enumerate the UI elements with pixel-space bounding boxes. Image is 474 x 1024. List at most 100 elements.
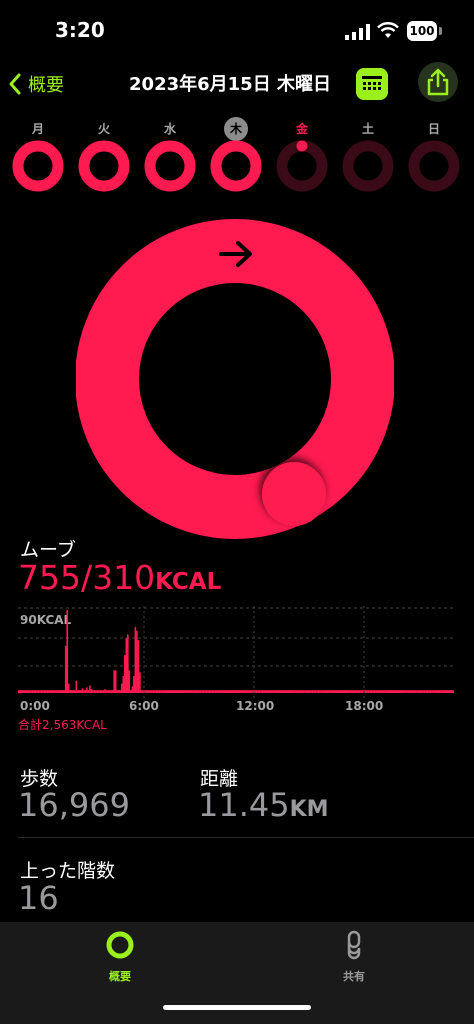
- chart-bar: [399, 690, 402, 693]
- chart-bar: [43, 690, 46, 693]
- chart-x-tick: 18:00: [345, 699, 383, 713]
- weekday-label: 火: [97, 122, 110, 136]
- chart-bar: [382, 690, 385, 693]
- chart-bar: [95, 690, 97, 693]
- day-ring-sat[interactable]: [342, 140, 394, 192]
- chart-bar: [96, 690, 99, 693]
- chart-bar: [351, 690, 353, 693]
- chart-bar: [61, 690, 64, 693]
- chart-bar: [67, 683, 70, 693]
- chart-bar: [176, 690, 179, 693]
- tab-sharing[interactable]: 共有: [314, 930, 394, 990]
- chart-x-tick: 6:00: [129, 699, 159, 713]
- chart-bar: [107, 690, 109, 693]
- chart-bar: [391, 690, 394, 693]
- share-button[interactable]: [418, 62, 458, 102]
- chart-bar: [92, 690, 94, 693]
- chart-bar: [251, 690, 253, 693]
- chart-bar: [313, 690, 315, 693]
- chart-bar: [214, 690, 217, 693]
- sharing-icon: [347, 930, 361, 960]
- tab-summary[interactable]: 概要: [80, 930, 160, 990]
- chart-bar: [432, 690, 435, 693]
- chart-bar: [296, 690, 299, 693]
- chart-bar: [18, 690, 20, 693]
- chart-bar: [228, 690, 231, 693]
- chart-bar: [87, 690, 90, 693]
- chart-bar: [246, 690, 249, 693]
- chart-bar: [127, 634, 129, 693]
- chart-bar: [166, 690, 168, 693]
- chart-bar: [264, 690, 267, 693]
- chart-bar: [213, 690, 215, 693]
- day-ring-wed[interactable]: [144, 140, 196, 192]
- battery-level: 100: [407, 21, 437, 41]
- chart-bar: [331, 690, 333, 693]
- chart-bar: [102, 690, 105, 693]
- chart-bar: [154, 690, 156, 693]
- chart-bar: [278, 690, 280, 693]
- chart-bar: [243, 690, 246, 693]
- chart-bar: [193, 690, 196, 693]
- chart-bar: [381, 690, 383, 693]
- chart-bar: [19, 690, 22, 693]
- chart-bar: [105, 690, 108, 693]
- chart-bar: [78, 690, 81, 693]
- chart-bar: [305, 690, 308, 693]
- chart-bar: [164, 690, 167, 693]
- wifi-icon: [377, 22, 399, 38]
- chart-bar: [37, 690, 40, 693]
- chart-bar: [31, 690, 34, 693]
- chart-bar: [375, 690, 377, 693]
- chart-bar: [229, 690, 232, 693]
- chart-bar: [190, 690, 193, 693]
- chart-bar: [260, 690, 262, 693]
- chart-bar: [266, 690, 268, 693]
- chart-bar: [108, 690, 111, 693]
- chart-bar: [429, 690, 432, 693]
- chart-bar: [240, 690, 243, 693]
- chart-bar: [322, 690, 324, 693]
- chart-bar: [131, 686, 134, 693]
- calendar-button[interactable]: [356, 68, 388, 100]
- chart-bar: [198, 690, 200, 693]
- chart-bar: [72, 690, 75, 693]
- chart-bar: [437, 690, 439, 693]
- chart-bar: [134, 626, 137, 693]
- chart-bar: [216, 690, 218, 693]
- chart-bar: [378, 690, 380, 693]
- chart-bar: [158, 690, 161, 693]
- chart-x-tick: 12:00: [236, 699, 274, 713]
- chart-bar: [74, 690, 76, 693]
- day-ring-fri[interactable]: [276, 140, 328, 192]
- chart-bar: [34, 690, 37, 693]
- chart-bar: [438, 690, 441, 693]
- chart-bar: [295, 690, 297, 693]
- chart-bar: [317, 690, 320, 693]
- chart-bar: [269, 690, 271, 693]
- chart-bar: [316, 690, 318, 693]
- chart-bar: [149, 690, 152, 693]
- chart-bar: [410, 690, 412, 693]
- chart-bar: [49, 690, 52, 693]
- chart-bar: [443, 690, 445, 693]
- day-ring-sun[interactable]: [408, 140, 460, 192]
- chart-bar: [119, 690, 122, 693]
- chart-bar: [242, 690, 244, 693]
- weekday-label: 日: [427, 122, 440, 136]
- chart-bar: [248, 690, 250, 693]
- chart-bar: [419, 690, 421, 693]
- back-button[interactable]: 概要: [8, 66, 64, 102]
- chart-bar: [210, 690, 212, 693]
- day-ring-thu[interactable]: [210, 140, 262, 192]
- day-ring-mon[interactable]: [12, 140, 64, 192]
- chart-bar: [314, 690, 317, 693]
- day-ring-tue[interactable]: [78, 140, 130, 192]
- chart-bar: [414, 690, 417, 693]
- chart-bar: [263, 690, 265, 693]
- chart-bar: [163, 690, 165, 693]
- chart-bar: [425, 690, 427, 693]
- chart-bar: [367, 690, 370, 693]
- chart-bar: [329, 690, 332, 693]
- distance-number: 11.45: [198, 786, 290, 824]
